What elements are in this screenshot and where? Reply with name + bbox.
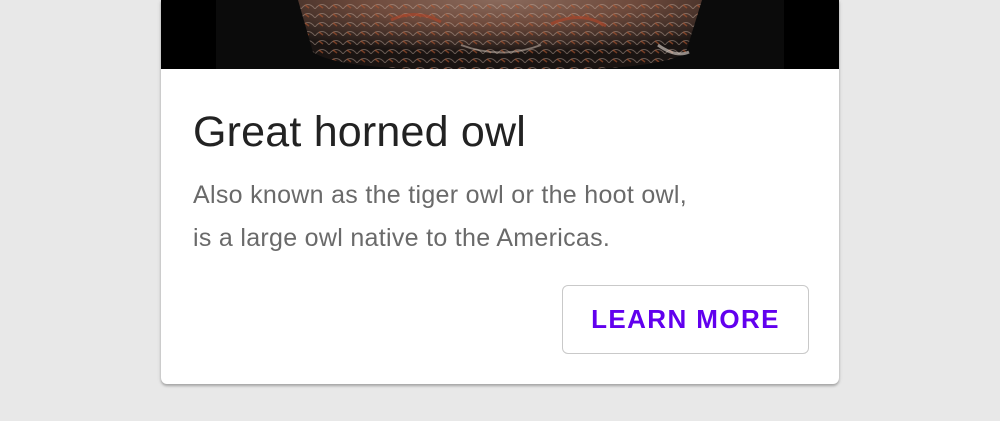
card-description-line: Also known as the tiger owl or the hoot …	[193, 181, 688, 209]
owl-card: Great horned owl Also known as the tiger…	[161, 0, 839, 384]
card-description: Also known as the tiger owl or the hoot …	[193, 174, 793, 260]
owl-image	[161, 0, 839, 69]
card-title: Great horned owl	[193, 108, 527, 156]
learn-more-button[interactable]: LEARN MORE	[562, 285, 809, 354]
card-description-line: is a large owl native to the Americas.	[193, 224, 611, 252]
page: Great horned owl Also known as the tiger…	[0, 0, 1000, 421]
